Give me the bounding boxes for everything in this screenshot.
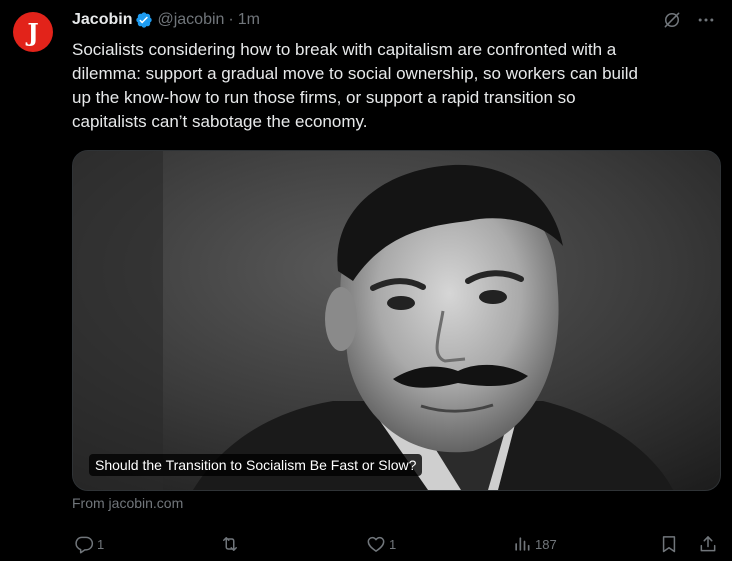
reply-button[interactable]: 1 bbox=[74, 532, 104, 556]
like-button[interactable]: 1 bbox=[366, 532, 396, 556]
link-card[interactable]: Should the Transition to Socialism Be Fa… bbox=[72, 150, 721, 491]
bookmark-button[interactable] bbox=[659, 532, 679, 556]
reply-count: 1 bbox=[97, 536, 105, 552]
share-icon bbox=[700, 536, 716, 552]
reply-icon bbox=[75, 536, 94, 554]
card-source[interactable]: From jacobin.com bbox=[72, 495, 183, 511]
verified-badge-icon bbox=[135, 11, 153, 29]
avatar[interactable]: J bbox=[13, 12, 53, 52]
bookmark-icon bbox=[662, 536, 676, 553]
heart-icon bbox=[367, 536, 385, 552]
tweet-header: Jacobin @jacobin · 1m bbox=[72, 8, 716, 32]
separator-dot: · bbox=[228, 11, 234, 28]
author-name[interactable]: Jacobin bbox=[72, 11, 132, 29]
action-bar: 1 1 187 bbox=[72, 532, 722, 556]
share-button[interactable] bbox=[698, 532, 718, 556]
card-image bbox=[73, 151, 720, 490]
grok-icon[interactable] bbox=[662, 10, 682, 30]
views-icon bbox=[515, 537, 530, 551]
timestamp[interactable]: 1m bbox=[238, 11, 260, 29]
views-count: 187 bbox=[535, 536, 557, 552]
more-icon[interactable] bbox=[696, 10, 716, 30]
header-actions bbox=[662, 10, 716, 30]
views-button[interactable]: 187 bbox=[512, 532, 557, 556]
retweet-icon bbox=[223, 537, 237, 551]
tweet-text: Socialists considering how to break with… bbox=[72, 40, 638, 131]
card-title: Should the Transition to Socialism Be Fa… bbox=[89, 454, 423, 476]
author-handle[interactable]: @jacobin bbox=[157, 11, 224, 29]
avatar-logo: J bbox=[27, 18, 39, 47]
tweet[interactable]: J Jacobin @jacobin · 1m Socialists consi… bbox=[0, 0, 732, 561]
retweet-button[interactable] bbox=[220, 532, 243, 556]
like-count: 1 bbox=[389, 536, 397, 552]
